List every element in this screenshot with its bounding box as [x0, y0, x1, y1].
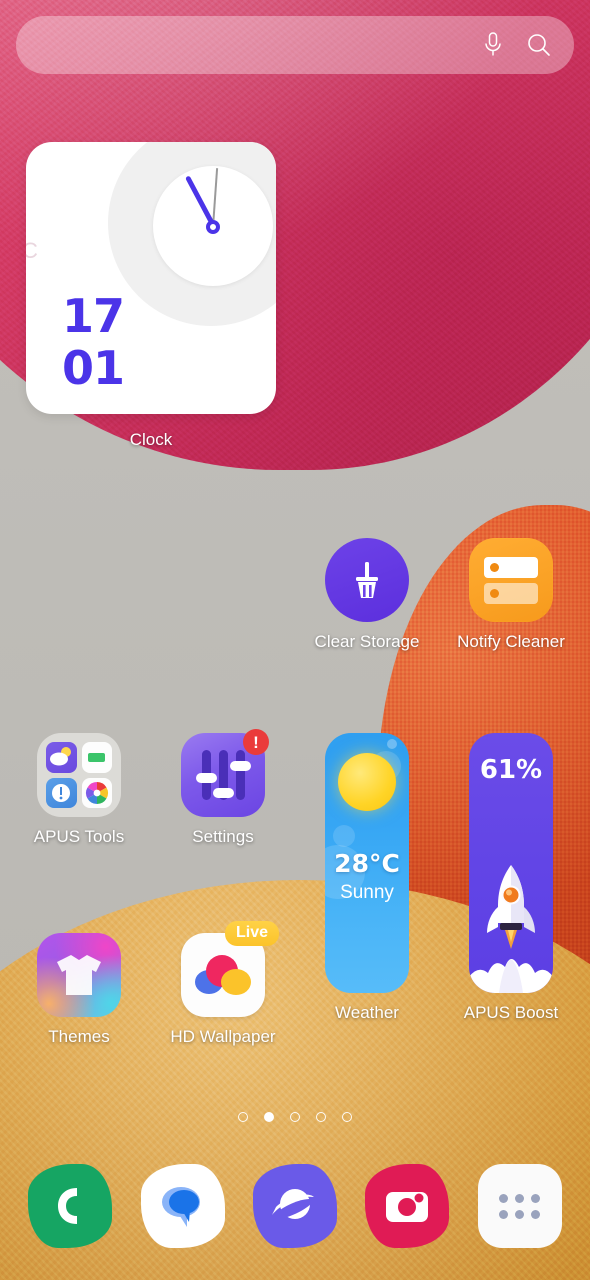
app-label: HD Wallpaper	[170, 1027, 276, 1046]
mini-weather-icon	[46, 742, 77, 773]
clock-edge-glyph: C	[26, 238, 38, 263]
app-label: APUS Tools	[33, 827, 125, 846]
folder-icon	[37, 733, 121, 817]
microphone-icon[interactable]	[470, 30, 516, 60]
clock-center-hub	[206, 220, 220, 234]
weather-temperature: 28°C	[334, 849, 400, 878]
boost-widget-wrap[interactable]: 61%	[469, 733, 553, 993]
app-grid-icon	[477, 1164, 562, 1248]
blobs-icon: Live	[181, 921, 279, 1017]
dock-item-apps[interactable]	[477, 1164, 562, 1248]
boost-widget-body: 61%	[469, 733, 553, 993]
clock-hour: 17	[62, 289, 125, 343]
app-label: Clear Storage	[314, 632, 420, 651]
weather-widget-wrap[interactable]: 28°C Sunny	[325, 733, 409, 993]
settings-icon-wrap[interactable]: !	[181, 729, 269, 817]
home-screen: C 17 01 Clock Clear Storage Notify Clean…	[0, 0, 590, 1280]
app-label: Settings	[192, 827, 254, 846]
clock-widget-label: Clock	[129, 430, 173, 449]
sliders-icon: !	[181, 729, 269, 817]
page-dot-2-active[interactable]	[264, 1112, 274, 1122]
app-hd-wallpaper[interactable]: Live HD Wallpaper	[151, 921, 295, 1047]
camera-icon	[365, 1164, 450, 1248]
settings-alert-badge: !	[243, 729, 269, 755]
mini-info-icon	[46, 777, 77, 808]
page-indicator[interactable]	[0, 1112, 590, 1122]
message-bubble-icon	[140, 1164, 225, 1248]
mini-battery-icon	[81, 742, 112, 773]
dock-item-messages[interactable]	[140, 1164, 225, 1248]
mini-color-wheel-icon	[81, 777, 112, 808]
boost-percent: 61%	[479, 755, 543, 785]
hd-wallpaper-icon-wrap[interactable]: Live	[181, 921, 279, 1017]
clock-minute: 01	[62, 341, 125, 395]
tshirt-icon	[37, 933, 121, 1017]
weather-condition: Sunny	[340, 882, 394, 903]
app-themes[interactable]: Themes	[7, 933, 151, 1047]
app-label: Notify Cleaner	[457, 632, 565, 651]
page-dot-5[interactable]	[342, 1112, 352, 1122]
page-dot-4[interactable]	[316, 1112, 326, 1122]
live-badge: Live	[224, 921, 279, 946]
rocket-icon	[487, 865, 535, 949]
app-notify-cleaner[interactable]: Notify Cleaner	[439, 538, 583, 652]
page-dot-3[interactable]	[290, 1112, 300, 1122]
dock	[0, 1164, 590, 1248]
widget-weather[interactable]: 28°C Sunny Weather	[295, 733, 439, 1023]
app-label: Weather	[335, 1003, 399, 1022]
notification-cards-icon	[469, 538, 553, 622]
page-dot-1[interactable]	[238, 1112, 248, 1122]
dock-item-internet[interactable]	[252, 1164, 337, 1248]
sun-icon	[338, 753, 396, 811]
dock-item-phone[interactable]	[28, 1164, 113, 1248]
clock-widget[interactable]: C 17 01	[26, 142, 276, 414]
search-icon[interactable]	[516, 31, 562, 59]
app-label: APUS Boost	[463, 1003, 559, 1022]
app-settings[interactable]: ! Settings	[151, 729, 295, 847]
themes-icon-wrap[interactable]	[37, 933, 121, 1017]
notify-cleaner-icon-wrap[interactable]	[469, 538, 553, 622]
app-apus-tools[interactable]: APUS Tools	[7, 733, 151, 847]
app-label: Themes	[48, 1027, 110, 1046]
app-clear-storage[interactable]: Clear Storage	[295, 538, 439, 652]
search-bar[interactable]	[16, 16, 574, 74]
weather-widget-body: 28°C Sunny	[325, 733, 409, 993]
search-input[interactable]	[16, 16, 470, 74]
planet-icon	[252, 1164, 337, 1248]
broom-icon	[325, 538, 409, 622]
apus-tools-icon-wrap[interactable]	[37, 733, 121, 817]
dock-item-camera[interactable]	[365, 1164, 450, 1248]
widget-apus-boost[interactable]: 61% APUS Boost	[439, 733, 583, 1023]
phone-icon	[28, 1164, 113, 1248]
clear-storage-icon-wrap[interactable]	[325, 538, 409, 622]
